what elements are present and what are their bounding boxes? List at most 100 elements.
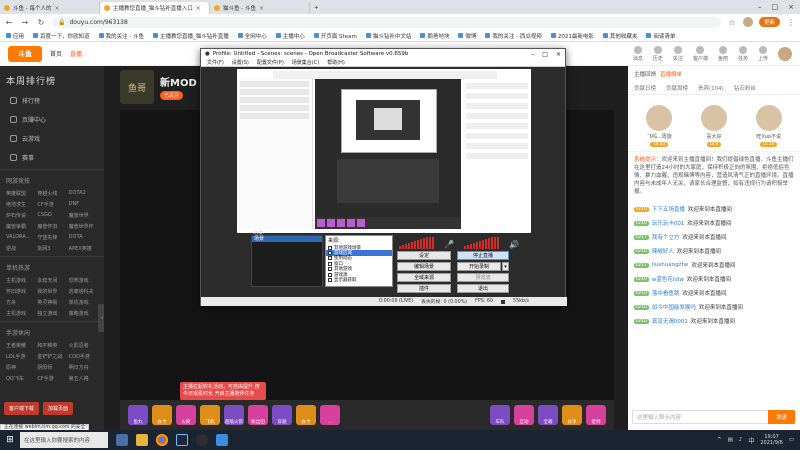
subtab-diamond[interactable]: 钻石粉丝 bbox=[734, 84, 756, 92]
subtab-vip[interactable]: 贵宾(104) bbox=[698, 84, 724, 92]
gift-item[interactable]: 分享 bbox=[562, 405, 582, 425]
fan-card[interactable]: 喜大好 LV.8 bbox=[700, 105, 727, 147]
gift-item[interactable]: ... bbox=[320, 405, 340, 425]
category-link[interactable]: 明日方舟 bbox=[69, 364, 98, 371]
start-record-button[interactable]: 开始录制 bbox=[457, 262, 501, 271]
close-icon[interactable]: × bbox=[259, 5, 264, 12]
star-icon[interactable]: ☆ bbox=[727, 18, 737, 27]
category-link[interactable]: 英雄联盟 bbox=[6, 190, 35, 197]
bookmark-item[interactable]: 2021最新电影 bbox=[550, 32, 594, 40]
tab-feedback[interactable]: 主播回馈 bbox=[634, 70, 656, 78]
close-icon[interactable]: × bbox=[196, 5, 201, 12]
bookmark-item[interactable]: 鹅爸地块 bbox=[420, 32, 449, 40]
menu-settings[interactable]: 设置(S) bbox=[232, 59, 249, 66]
windows-start-icon[interactable]: ⊞ bbox=[0, 430, 20, 450]
gift-item[interactable]: 粉丝团 bbox=[248, 405, 268, 425]
settings-button[interactable]: 设定 bbox=[397, 251, 451, 260]
taskbar-clock[interactable]: 19:07 2021/9/6 bbox=[760, 434, 782, 446]
download-client-button[interactable]: 客户端下载 bbox=[4, 402, 40, 415]
category-link[interactable]: 独立游戏 bbox=[37, 310, 66, 317]
category-link[interactable]: 单机游戏 bbox=[69, 299, 98, 306]
gift-item[interactable]: 互动 bbox=[514, 405, 534, 425]
plugins-button[interactable]: 插件 bbox=[397, 284, 451, 293]
bookmark-item[interactable]: 开页面 Steam bbox=[313, 32, 357, 40]
update-button[interactable]: 更新 bbox=[758, 17, 780, 27]
category-link[interactable]: 原神 bbox=[6, 364, 35, 371]
chat-input[interactable]: 这里输入聊天内容 发送 bbox=[632, 410, 796, 424]
sidebar-item-events[interactable]: 赛事 bbox=[0, 148, 104, 167]
gift-item[interactable]: 超级火箭 bbox=[224, 405, 244, 425]
bookmark-item[interactable]: 微博 bbox=[458, 32, 476, 40]
tab-ranking[interactable]: 直播榜单 bbox=[660, 70, 682, 78]
category-link[interactable]: 守望先锋 bbox=[37, 234, 66, 241]
rank-title[interactable]: 本周排行榜 bbox=[0, 66, 104, 91]
header-icon-item[interactable]: 鱼吧 bbox=[718, 45, 728, 62]
category-link[interactable]: 和平精英 bbox=[37, 342, 66, 349]
file-explorer-icon[interactable] bbox=[136, 434, 148, 446]
bookmark-item[interactable]: 我的关注 - 西瓜视频 bbox=[485, 32, 542, 40]
category-link[interactable]: COD手游 bbox=[69, 353, 98, 360]
category-link[interactable]: LOL手游 bbox=[6, 353, 35, 360]
activity-tooltip[interactable]: 主播拉起收礼活动，可自由提升 按今日观看时长 开启主播陪伴任务 bbox=[180, 382, 266, 400]
mic-icon[interactable]: 🎤 bbox=[444, 240, 454, 249]
gift-item[interactable]: 火箭 bbox=[176, 405, 196, 425]
close-window-icon[interactable]: × bbox=[788, 3, 794, 11]
category-link[interactable]: APEX英雄 bbox=[69, 245, 98, 252]
global-sources-button[interactable]: 全域来源 bbox=[397, 273, 451, 282]
obs-icon[interactable] bbox=[196, 434, 208, 446]
category-link[interactable]: 阴阳师 bbox=[37, 364, 66, 371]
stop-stream-button[interactable]: 停止直播 bbox=[457, 251, 509, 260]
menu-file[interactable]: 文件(F) bbox=[207, 59, 224, 66]
send-button[interactable]: 发送 bbox=[767, 410, 795, 424]
category-link[interactable]: DOTA bbox=[69, 234, 98, 241]
category-link[interactable]: 策略游戏 bbox=[69, 310, 98, 317]
category-link[interactable]: 剑网3 bbox=[37, 245, 66, 252]
minimize-icon[interactable]: – bbox=[531, 51, 534, 58]
category-link[interactable]: 绝地求生 bbox=[6, 201, 35, 208]
category-link[interactable]: DNF bbox=[69, 201, 98, 208]
bookmark-item[interactable]: 百度一下，你就知道 bbox=[33, 32, 90, 40]
subtab-weekly[interactable]: 贡献周榜 bbox=[666, 84, 688, 92]
streamer-avatar[interactable]: 鱼哥 bbox=[120, 70, 154, 104]
gift-item[interactable]: 车队 bbox=[490, 405, 510, 425]
menu-dots-icon[interactable]: ⋮ bbox=[786, 18, 796, 27]
sidebar-item-rank[interactable]: 排行榜 bbox=[0, 91, 104, 110]
category-link[interactable]: 主机游戏 bbox=[6, 277, 35, 284]
sidebar-item-cloud-game[interactable]: 云游戏 bbox=[0, 129, 104, 148]
bookmark-item[interactable]: 其他收藏夹 bbox=[602, 32, 637, 40]
bookmark-item[interactable]: 应用 bbox=[6, 32, 24, 40]
sidebar-item-earn[interactable]: 页赚中心 bbox=[0, 110, 104, 129]
category-link[interactable]: 怀旧游戏 bbox=[6, 288, 35, 295]
exit-button[interactable]: 退出 bbox=[457, 284, 509, 293]
back-icon[interactable]: ← bbox=[4, 18, 14, 27]
category-link[interactable]: DOTA2 bbox=[69, 190, 98, 197]
nav-home[interactable]: 首页 bbox=[50, 49, 62, 58]
category-link[interactable]: 魔兽争霸 bbox=[6, 223, 35, 230]
forward-icon[interactable]: → bbox=[20, 18, 30, 27]
category-link[interactable]: 穿越火线 bbox=[37, 190, 66, 197]
subtab-daily[interactable]: 贡献日榜 bbox=[634, 84, 656, 92]
header-icon-item[interactable]: 客户端 bbox=[693, 45, 708, 62]
reload-icon[interactable]: ↻ bbox=[36, 18, 46, 27]
category-link[interactable]: 金铲铲之战 bbox=[37, 353, 66, 360]
header-icon-item[interactable]: 关注 bbox=[673, 45, 683, 62]
bookmark-item[interactable]: 主播教您直播_猫斗钻补直播 bbox=[153, 32, 229, 40]
header-icon-item[interactable]: 任务 bbox=[738, 45, 748, 62]
browser-tab[interactable]: 猫斗鱼 - 斗鱼 × bbox=[210, 2, 310, 14]
fan-card[interactable]: 飞吗...周旋 LV.10 bbox=[646, 105, 673, 147]
url-input[interactable]: 🔒 douyu.com/963138 bbox=[52, 16, 721, 28]
category-link[interactable]: CSGO bbox=[37, 212, 66, 219]
bookmark-item[interactable]: 我的关注 - 斗鱼 bbox=[98, 32, 144, 40]
gift-item[interactable]: 办卡 bbox=[296, 405, 316, 425]
desktop-meter[interactable] bbox=[463, 237, 499, 249]
steam-icon[interactable] bbox=[176, 434, 188, 446]
header-icon-item[interactable]: 历史 bbox=[653, 45, 663, 62]
volume-icon[interactable]: ♪ bbox=[739, 437, 743, 443]
category-link[interactable]: 魔兽世界 bbox=[69, 212, 98, 219]
close-icon[interactable]: × bbox=[54, 5, 59, 12]
obs-titlebar[interactable]: ● Profile: Untitled - Scenes: scenes - O… bbox=[201, 49, 565, 59]
preview-stream-button[interactable]: 预览流 bbox=[457, 273, 509, 282]
follow-badge[interactable]: 已关注 bbox=[160, 91, 184, 100]
category-link[interactable]: 我的世界 bbox=[37, 288, 66, 295]
douyu-logo[interactable]: 斗鱼 bbox=[8, 45, 42, 62]
